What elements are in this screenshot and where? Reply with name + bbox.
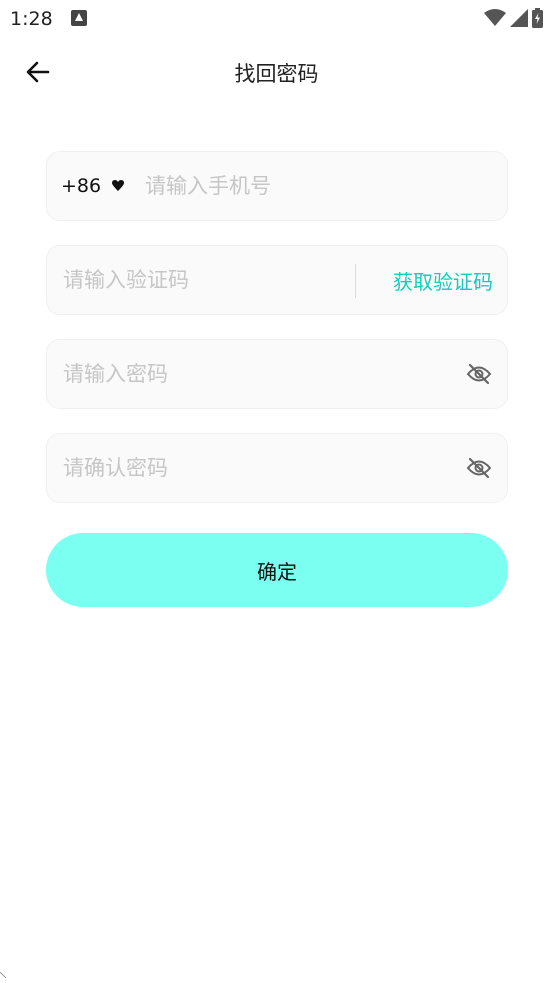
- battery-icon: [532, 8, 543, 28]
- find-password-screen: 1:28 找回密码 +86 请输入手机号 请输入验证码 获取验证码 确定: [0, 0, 553, 983]
- status-icons: [484, 7, 543, 29]
- phone-field: +86: [46, 151, 508, 221]
- confirm-password-input[interactable]: [63, 434, 453, 502]
- confirm-password-field: [46, 433, 508, 503]
- status-time: 1:28: [10, 8, 53, 30]
- page-title: 找回密码: [234, 62, 319, 86]
- confirm-password-visibility-toggle[interactable]: [465, 454, 493, 482]
- corner-mark: [0, 972, 6, 978]
- field-divider: [355, 264, 356, 298]
- country-code: +86: [61, 175, 102, 197]
- signal-icon: [510, 9, 528, 27]
- country-code-selector[interactable]: +86: [61, 152, 125, 220]
- caret-down-icon: [112, 180, 125, 191]
- notification-icon: [71, 10, 87, 26]
- verification-code-input[interactable]: [63, 246, 343, 314]
- eye-off-icon: [466, 363, 492, 385]
- status-bar: 1:28: [0, 0, 553, 40]
- get-code-button[interactable]: 获取验证码: [393, 246, 493, 314]
- password-visibility-toggle[interactable]: [465, 360, 493, 388]
- verification-code-field: 获取验证码: [46, 245, 508, 315]
- wifi-icon: [484, 9, 506, 26]
- phone-input[interactable]: [145, 152, 495, 220]
- password-input[interactable]: [63, 340, 453, 408]
- eye-off-icon: [466, 457, 492, 479]
- confirm-button[interactable]: 确定: [46, 533, 508, 607]
- app-header: 找回密码: [0, 44, 553, 100]
- password-field: [46, 339, 508, 409]
